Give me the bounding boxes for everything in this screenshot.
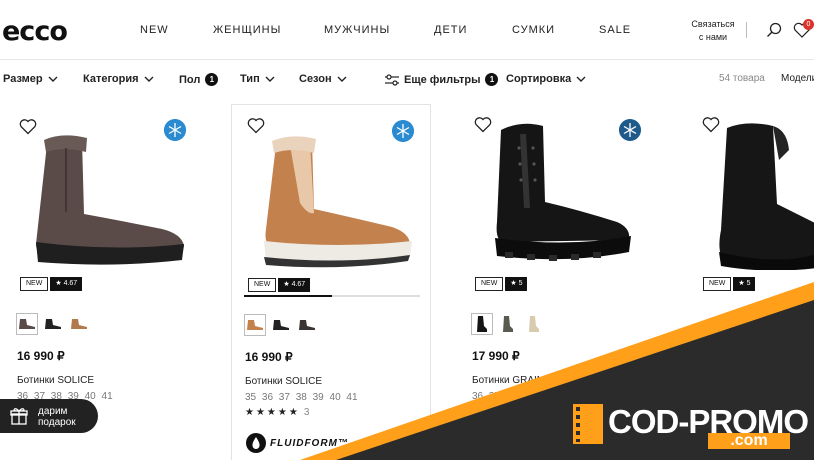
- sort-label: Сортировка: [506, 73, 572, 85]
- promo-watermark: COD-PROMO .com: [571, 403, 814, 460]
- chevron-down-icon: [48, 76, 58, 82]
- sliders-icon: [385, 73, 399, 86]
- color-swatch[interactable]: [497, 313, 519, 335]
- chevron-down-icon: [337, 76, 347, 82]
- color-swatch[interactable]: [42, 313, 64, 335]
- product-rating-stars: ★★★★★ 3: [245, 407, 309, 418]
- rating-badge: ★ 5: [733, 277, 756, 291]
- sort-dropdown[interactable]: Сортировка: [506, 73, 586, 85]
- product-badges: NEW ★ 4.67: [20, 277, 83, 291]
- new-badge: NEW: [248, 278, 277, 292]
- header-divider: [746, 22, 747, 38]
- product-name[interactable]: Ботинки GRAIN: [472, 375, 544, 386]
- image-carousel-progress: [244, 295, 420, 297]
- search-icon[interactable]: [766, 22, 782, 38]
- filter-season[interactable]: Сезон: [299, 73, 347, 85]
- wishlist-heart-icon[interactable]: [19, 118, 37, 135]
- filter-type[interactable]: Тип: [240, 73, 275, 85]
- rating-badge: ★ 5: [505, 277, 528, 291]
- product-name[interactable]: Ботинки SOLICE: [245, 376, 322, 387]
- nav-bags[interactable]: СУМКИ: [512, 24, 555, 36]
- new-badge: NEW: [475, 277, 504, 291]
- product-price: 17 990 ₽: [472, 349, 520, 363]
- wishlist-count-badge: 0: [803, 19, 814, 30]
- chevron-down-icon: [576, 76, 586, 82]
- review-count: 3: [303, 407, 310, 418]
- color-swatch[interactable]: [296, 314, 318, 336]
- color-swatch[interactable]: [68, 313, 90, 335]
- product-image[interactable]: [717, 120, 814, 270]
- product-price: 16 990 ₽: [245, 350, 293, 364]
- filter-gender[interactable]: Пол 1: [179, 73, 219, 86]
- product-badges: NEW ★ 5: [703, 277, 756, 291]
- product-sizes: 35 36 37 38 39 40 41: [245, 392, 358, 403]
- color-swatch[interactable]: [523, 313, 545, 335]
- contact-line2: с нами: [698, 32, 728, 42]
- filter-season-label: Сезон: [299, 73, 332, 85]
- filter-category-label: Категория: [83, 73, 139, 85]
- new-badge: NEW: [703, 277, 732, 291]
- product-count: 54 товара: [719, 73, 765, 84]
- gift-icon: [10, 408, 28, 425]
- filter-size[interactable]: Размер: [3, 73, 58, 85]
- stars-icon: ★★★★★: [245, 407, 300, 418]
- contact-line1: Связаться: [691, 19, 735, 29]
- rating-badge: ★ 4.67: [278, 278, 311, 292]
- product-badges: NEW ★ 5: [475, 277, 528, 291]
- color-swatch[interactable]: [16, 313, 38, 335]
- wishlist-heart-icon[interactable]: [247, 117, 265, 134]
- color-swatch[interactable]: [244, 314, 266, 336]
- product-sizes: 36 37 38: [472, 391, 517, 402]
- filter-type-label: Тип: [240, 73, 260, 85]
- filter-more-label: Еще фильтры: [404, 73, 481, 86]
- image-carousel-progress-fill: [244, 295, 332, 297]
- color-swatches: [244, 314, 318, 336]
- color-swatches: [471, 313, 545, 335]
- filter-category[interactable]: Категория: [83, 73, 154, 85]
- gift-label: дарим подарок: [38, 406, 76, 428]
- product-price: 16 990 ₽: [17, 349, 65, 363]
- nav-sale[interactable]: SALE: [599, 24, 631, 36]
- filter-more-badge: 1: [485, 73, 499, 86]
- chevron-down-icon: [144, 76, 154, 82]
- color-swatch[interactable]: [270, 314, 292, 336]
- fluidform-logo: FLUIDFORM™: [246, 433, 349, 453]
- filter-gender-badge: 1: [205, 73, 219, 86]
- product-image[interactable]: [487, 118, 637, 268]
- product-image[interactable]: [250, 133, 415, 273]
- gift-line1: дарим: [38, 406, 68, 417]
- rating-badge: ★ 4.67: [50, 277, 83, 291]
- nav-new[interactable]: NEW: [140, 24, 169, 36]
- filter-bar: Размер Категория Пол 1 Тип Сезон Еще фил…: [0, 60, 814, 100]
- filter-size-label: Размер: [3, 73, 43, 85]
- gift-button[interactable]: дарим подарок: [0, 399, 98, 433]
- contact-link[interactable]: Связаться с нами: [684, 18, 742, 44]
- product-name[interactable]: Ботинки SOLICE: [17, 375, 94, 386]
- product-card[interactable]: NEW ★ 4.67 16 990 ₽ Ботинки SOLICE 35 36…: [231, 104, 431, 460]
- nav-kids[interactable]: ДЕТИ: [434, 24, 467, 36]
- filter-gender-label: Пол: [179, 73, 201, 86]
- site-header: ecco NEW ЖЕНЩИНЫ МУЖЧИНЫ ДЕТИ СУМКИ SALE…: [0, 0, 814, 60]
- gift-line2: подарок: [38, 417, 76, 428]
- color-swatches: [16, 313, 90, 335]
- product-image[interactable]: [22, 134, 187, 269]
- promo-sub-text: .com: [708, 433, 790, 449]
- filter-more[interactable]: Еще фильтры 1: [385, 73, 499, 86]
- fluidform-drop-icon: [246, 433, 266, 453]
- view-toggle[interactable]: Модели: [781, 73, 814, 84]
- nav-men[interactable]: МУЖЧИНЫ: [324, 24, 390, 36]
- color-swatch[interactable]: [471, 313, 493, 335]
- new-badge: NEW: [20, 277, 49, 291]
- product-badges: NEW ★ 4.67: [248, 278, 311, 292]
- nav-women[interactable]: ЖЕНЩИНЫ: [213, 24, 281, 36]
- chevron-down-icon: [265, 76, 275, 82]
- fluidform-label: FLUIDFORM™: [270, 437, 349, 449]
